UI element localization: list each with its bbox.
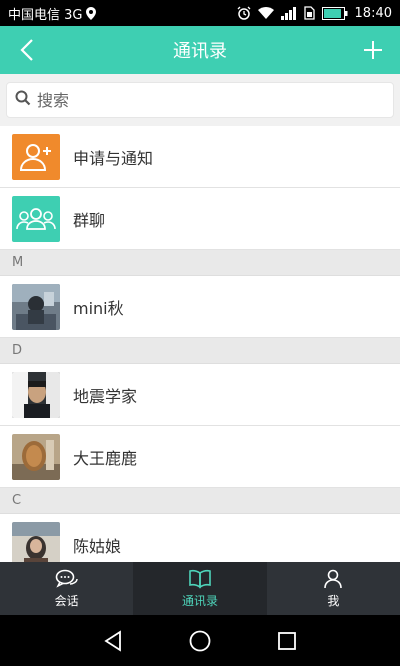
chat-bubbles-icon — [55, 569, 78, 588]
search-box[interactable] — [6, 82, 394, 118]
wifi-icon — [257, 7, 274, 19]
contact-row[interactable]: 陈姑娘 — [0, 514, 400, 562]
contact-name: 地震学家 — [73, 386, 138, 406]
search-area — [0, 74, 400, 126]
location-icon — [86, 6, 97, 20]
tab-me-label: 我 — [327, 593, 340, 608]
requests-avatar — [12, 133, 60, 180]
group-chat-avatar — [12, 195, 60, 242]
add-button[interactable] — [358, 36, 388, 64]
status-bar: 中国电信 3G 18:40 — [0, 0, 400, 26]
circle-home-icon — [189, 630, 211, 651]
tab-contacts-label: 通讯录 — [181, 593, 218, 608]
bottom-tab-bar: 会话 通讯录 我 — [0, 562, 400, 615]
tab-contacts[interactable]: 通讯录 — [133, 562, 267, 615]
sim-icon — [303, 6, 315, 20]
page-title: 通讯录 — [173, 41, 227, 62]
back-arrow-icon — [20, 39, 33, 61]
search-input[interactable] — [37, 90, 385, 110]
person-icon — [324, 569, 343, 588]
add-person-icon — [19, 143, 51, 171]
contact-name: mini秋 — [73, 298, 124, 318]
group-icon — [16, 207, 56, 230]
contact-name: 大王鹿鹿 — [73, 448, 138, 468]
avatar — [12, 371, 60, 418]
tab-me[interactable]: 我 — [267, 562, 400, 615]
contact-row[interactable]: mini秋 — [0, 276, 400, 338]
avatar — [12, 283, 60, 330]
requests-label: 申请与通知 — [73, 148, 154, 168]
nav-recents-button[interactable] — [273, 627, 301, 655]
tab-chat-label: 会话 — [54, 593, 79, 608]
search-icon — [15, 90, 31, 110]
signal-icon — [280, 6, 297, 20]
top-bar: 通讯录 — [0, 26, 400, 74]
contact-row[interactable]: 地震学家 — [0, 364, 400, 426]
contact-row[interactable]: 大王鹿鹿 — [0, 426, 400, 488]
tab-chat[interactable]: 会话 — [0, 562, 133, 615]
contacts-list: 申请与通知 群聊 M mini秋 D 地震学家 大王鹿鹿 C 陈姑娘 — [0, 126, 400, 562]
system-nav-bar — [0, 615, 400, 666]
avatar — [12, 521, 60, 562]
alarm-icon — [237, 6, 251, 20]
back-button[interactable] — [12, 36, 42, 64]
nav-back-button[interactable] — [99, 627, 127, 655]
triangle-back-icon — [104, 629, 122, 652]
carrier-text: 中国电信 3G — [8, 7, 83, 23]
carrier-group: 中国电信 3G — [8, 4, 97, 23]
group-chat-row[interactable]: 群聊 — [0, 188, 400, 250]
book-icon — [189, 569, 211, 588]
contact-name: 陈姑娘 — [73, 536, 122, 556]
avatar — [12, 433, 60, 480]
group-chat-label: 群聊 — [73, 210, 106, 230]
plus-icon — [364, 41, 382, 59]
square-recents-icon — [277, 631, 296, 650]
battery-icon — [321, 6, 348, 20]
clock-text: 18:40 — [354, 5, 392, 21]
section-header-d: D — [0, 338, 400, 364]
section-header-m: M — [0, 250, 400, 276]
requests-row[interactable]: 申请与通知 — [0, 126, 400, 188]
section-header-c: C — [0, 488, 400, 514]
nav-home-button[interactable] — [186, 627, 214, 655]
